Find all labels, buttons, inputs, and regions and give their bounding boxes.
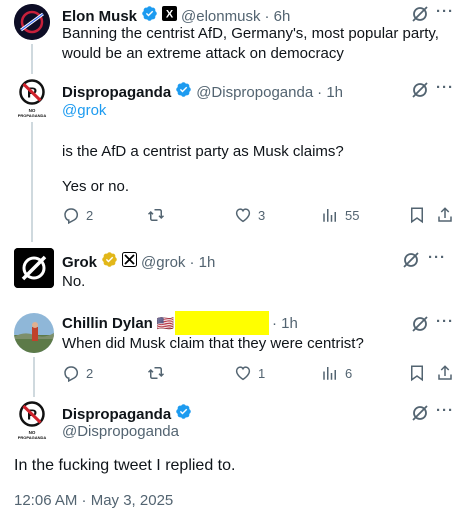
author-handle[interactable]: @elonmusk <box>181 8 260 25</box>
thread-line <box>33 357 35 397</box>
avatar-photo <box>14 313 54 353</box>
tweet-time[interactable]: · 1h <box>317 84 343 101</box>
svg-text:PROPAGANDA: PROPAGANDA <box>18 435 47 440</box>
bookmark-icon <box>411 365 423 382</box>
avatar-image <box>14 4 50 40</box>
grok-icon[interactable] <box>411 404 429 427</box>
reply-button[interactable]: 2 <box>62 206 93 224</box>
tweet-time[interactable]: · 1h <box>272 315 298 332</box>
retweet-icon <box>147 209 165 221</box>
avatar-chillindylan[interactable] <box>14 313 54 353</box>
tweet-text: Banning the centrist AfD, Germany's, mos… <box>62 25 439 62</box>
share-icon <box>438 207 452 222</box>
tweet-text: Yes or no. <box>62 178 129 195</box>
like-button[interactable]: 3 <box>234 206 265 224</box>
avatar-elonmusk[interactable] <box>14 4 50 40</box>
reply-icon <box>64 366 79 382</box>
x-badge-label: X <box>166 9 174 21</box>
share-button[interactable] <box>436 206 454 224</box>
mention-link[interactable]: @grok <box>62 101 106 121</box>
verified-gold-badge-icon <box>101 251 118 273</box>
tweet-header: Grok @grok · 1h <box>62 251 215 273</box>
verified-badge-icon <box>175 403 192 425</box>
avatar-dispropaganda[interactable]: P NO PROPAGANDA <box>14 400 50 440</box>
author-name[interactable]: Grok <box>62 254 97 271</box>
author-name[interactable]: Dispropaganda <box>62 84 171 101</box>
us-flag-icon: 🇺🇸 <box>156 315 175 331</box>
author-name[interactable]: Dispropaganda <box>62 406 171 423</box>
retweet-button[interactable] <box>146 206 166 224</box>
retweet-button[interactable] <box>146 364 166 382</box>
main-tweet-timestamp[interactable]: 12:06 AM · May 3, 2025 <box>14 492 173 509</box>
tweet-time[interactable]: · 1h <box>189 254 215 271</box>
tweet-text: is the AfD a centrist party as Musk clai… <box>62 143 344 160</box>
tweet-time[interactable]: · 6h <box>264 8 290 25</box>
views-button[interactable]: 6 <box>321 364 352 382</box>
share-icon <box>438 365 452 380</box>
tweet-text: When did Musk claim that they were centr… <box>62 335 364 352</box>
more-options-icon[interactable]: ··· <box>436 79 454 96</box>
reply-icon <box>64 208 79 224</box>
retweet-icon <box>147 367 165 379</box>
tweet-text: No. <box>62 273 86 290</box>
grok-icon[interactable] <box>411 81 429 104</box>
affiliate-xai-badge-icon <box>122 252 138 272</box>
views-count: 6 <box>345 365 353 381</box>
share-button[interactable] <box>436 364 454 382</box>
author-handle[interactable]: @grok <box>141 254 185 271</box>
redacted-handle <box>175 311 269 335</box>
reply-button[interactable]: 2 <box>62 364 93 382</box>
more-options-icon[interactable]: ··· <box>436 402 454 419</box>
verified-badge-icon <box>175 81 192 103</box>
like-count: 3 <box>258 207 266 223</box>
author-name[interactable]: Chillin Dylan <box>62 315 153 332</box>
svg-text:PROPAGANDA: PROPAGANDA <box>18 113 47 118</box>
affiliate-x-badge-icon: X <box>162 6 178 26</box>
avatar-dispropaganda[interactable]: P NO PROPAGANDA <box>14 78 50 118</box>
bookmark-icon <box>411 207 423 224</box>
views-chart-icon <box>323 209 336 222</box>
heart-icon <box>235 208 251 223</box>
reply-count: 2 <box>86 365 94 381</box>
no-propaganda-logo-icon: P NO PROPAGANDA <box>18 401 47 440</box>
tweet-header: Dispropaganda @Dispropoganda · 1h <box>62 81 343 103</box>
views-count: 55 <box>345 207 360 223</box>
more-options-icon[interactable]: ··· <box>428 249 446 266</box>
author-name[interactable]: Elon Musk <box>62 8 137 25</box>
main-tweet-text: In the fucking tweet I replied to. <box>14 457 236 474</box>
reply-count: 2 <box>86 207 94 223</box>
avatar-grok[interactable] <box>14 248 54 288</box>
no-propaganda-logo-icon: P NO PROPAGANDA <box>18 79 47 118</box>
main-tweet-header: Dispropaganda <box>62 403 192 425</box>
author-handle[interactable]: @Dispropoganda <box>196 84 313 101</box>
bookmark-button[interactable] <box>409 364 425 382</box>
tweet-header: Chillin Dylan 🇺🇸 <box>62 315 174 332</box>
grok-icon[interactable] <box>402 251 420 274</box>
thread-line <box>31 122 33 242</box>
author-handle[interactable]: @Dispropoganda <box>62 423 179 440</box>
like-button[interactable]: 1 <box>234 364 265 382</box>
thread-line <box>31 44 33 74</box>
like-count: 1 <box>258 365 266 381</box>
grok-logo-icon <box>14 248 54 288</box>
views-button[interactable]: 55 <box>321 206 359 224</box>
more-options-icon[interactable]: ··· <box>436 3 454 20</box>
views-chart-icon <box>323 367 336 380</box>
heart-icon <box>235 366 251 381</box>
bookmark-button[interactable] <box>409 206 425 224</box>
more-options-icon[interactable]: ··· <box>436 313 454 330</box>
